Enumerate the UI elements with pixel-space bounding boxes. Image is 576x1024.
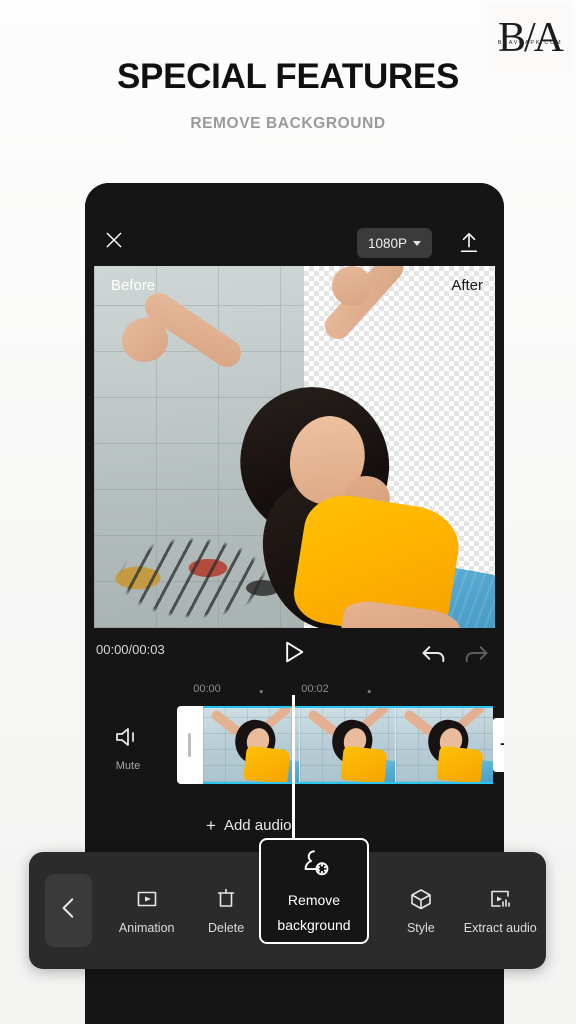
- speaker-mute-icon: [100, 725, 156, 754]
- subject-figure-cutout: [304, 266, 495, 628]
- page-title: SPECIAL FEATURES: [116, 57, 459, 96]
- label-after: After: [451, 277, 483, 294]
- resolution-selector[interactable]: 1080P: [356, 228, 432, 258]
- remove-background-icon: [296, 848, 332, 885]
- tool-label: Style: [406, 921, 435, 935]
- clip-thumbnail[interactable]: [299, 708, 397, 782]
- tool-extract-audio[interactable]: Extract audio: [461, 852, 540, 969]
- app-top-bar: 1080P: [85, 183, 504, 266]
- mute-label: Mute: [115, 760, 141, 772]
- mute-button[interactable]: Mute: [100, 725, 156, 772]
- ruler-tick-label: 00:02: [301, 683, 329, 695]
- clip-thumbnail[interactable]: [396, 708, 493, 782]
- tool-label: Animation: [118, 921, 175, 935]
- video-preview[interactable]: Before After: [94, 266, 495, 628]
- subject-figure: [94, 266, 304, 628]
- resolution-label: 1080P: [367, 235, 407, 251]
- chevron-down-icon: [413, 240, 421, 246]
- back-button[interactable]: [45, 874, 92, 947]
- label-before: Before: [111, 277, 156, 294]
- clip-thumbnail[interactable]: [203, 708, 300, 782]
- tool-style[interactable]: Style: [381, 852, 460, 969]
- animation-icon: [135, 886, 159, 912]
- tool-animation[interactable]: Animation: [107, 852, 186, 969]
- preview-after-half: [304, 266, 495, 628]
- trash-icon: [214, 886, 238, 912]
- watermark-text: BRAVOAPK.COM: [497, 40, 563, 46]
- undo-icon[interactable]: [420, 639, 448, 667]
- tool-delete[interactable]: Delete: [186, 852, 265, 969]
- close-icon[interactable]: [97, 223, 131, 257]
- callout-label-line1: Remove: [287, 892, 341, 909]
- extract-audio-icon: [488, 886, 512, 912]
- clip-strip[interactable]: [203, 706, 493, 784]
- time-display: 00:00/00:03: [96, 642, 165, 657]
- add-audio-button[interactable]: + Add audio: [206, 817, 292, 834]
- chevron-left-icon: [56, 895, 82, 926]
- ruler-tick-label: 00:00: [193, 683, 221, 695]
- callout-label-line2: background: [277, 916, 351, 933]
- timeline-ruler: 00:00 00:02: [85, 679, 504, 705]
- plus-icon: +: [206, 816, 216, 835]
- player-controls: 00:00/00:03: [85, 631, 504, 673]
- add-clip-button[interactable]: +: [493, 718, 504, 772]
- ruler-tick-dot: [367, 690, 371, 693]
- add-audio-label: Add audio: [223, 817, 292, 834]
- upload-icon[interactable]: [453, 226, 485, 260]
- redo-icon[interactable]: [462, 639, 490, 667]
- tool-label: Delete: [208, 921, 245, 935]
- page-subtitle: REMOVE BACKGROUND: [190, 115, 386, 132]
- watermark-monogram: B/A: [497, 15, 564, 61]
- cube-icon: [409, 886, 433, 912]
- clip-trim-handle-left[interactable]: [177, 706, 203, 784]
- ruler-tick-dot: [259, 690, 263, 693]
- preview-before-half: [94, 266, 304, 628]
- play-icon[interactable]: [279, 638, 307, 666]
- tool-label: Extract audio: [463, 921, 537, 935]
- tool-remove-background[interactable]: Remove background: [259, 838, 369, 944]
